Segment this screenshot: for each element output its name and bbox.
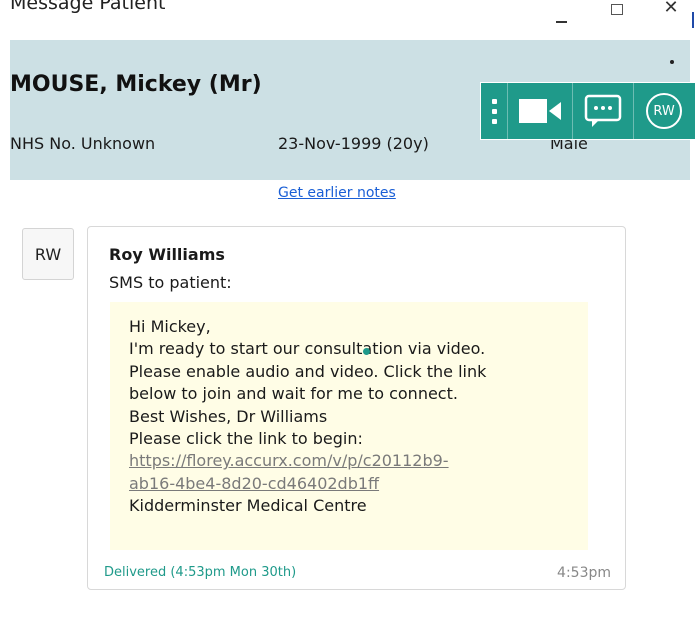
maximize-button[interactable] [597,0,637,30]
maximize-icon [611,3,623,15]
sender-avatar: RW [22,228,74,280]
window-titlebar: Message Patient ✕ [0,0,699,40]
chat-bubble-icon [584,94,622,127]
window-edge-accent [692,12,694,28]
window-title: Message Patient [10,0,166,14]
message-line: below to join and wait for me to connect… [129,384,458,404]
user-avatar-button[interactable]: RW [633,83,694,139]
video-call-button[interactable] [507,83,572,139]
sender-name: Roy Williams [109,245,225,264]
video-link-continued[interactable]: ab16-4be4-8d20-cd46402db1ff [129,473,588,495]
minimize-button[interactable] [541,0,581,30]
practice-name: Kidderminster Medical Centre [129,496,367,516]
close-button[interactable]: ✕ [651,0,691,22]
channel-label: SMS to patient: [109,273,232,292]
get-earlier-notes-link[interactable]: Get earlier notes [278,185,396,201]
delivery-status: Delivered (4:53pm Mon 30th) [104,565,297,580]
message-line: Best Wishes, Dr Williams [129,406,328,426]
message-button[interactable] [572,83,633,139]
nhs-number: NHS No. Unknown [10,134,156,153]
cursor-indicator [363,348,370,355]
message-bubble: Hi Mickey, I'm ready to start our consul… [110,302,588,550]
user-avatar: RW [646,93,682,129]
action-toolbar: RW [480,82,696,140]
header-menu-dot [670,60,674,64]
message-line: Hi Mickey, [129,317,211,336]
more-options-icon[interactable] [481,83,507,139]
message-line: I'm ready to start our consultation via … [129,339,486,359]
message-line: Please enable audio and video. Click the… [129,361,487,381]
message-card: Roy Williams SMS to patient: Hi Mickey, … [87,226,626,590]
minimize-icon [555,21,567,23]
video-camera-icon [519,99,561,123]
date-of-birth: 23-Nov-1999 (20y) [278,134,429,153]
message-time: 4:53pm [557,565,611,581]
patient-name: MOUSE, Mickey (Mr) [10,72,262,97]
video-link[interactable]: https://florey.accurx.com/v/p/c20112b9- [129,450,588,472]
message-line: Please click the link to begin: [129,429,363,449]
close-icon: ✕ [663,0,679,18]
